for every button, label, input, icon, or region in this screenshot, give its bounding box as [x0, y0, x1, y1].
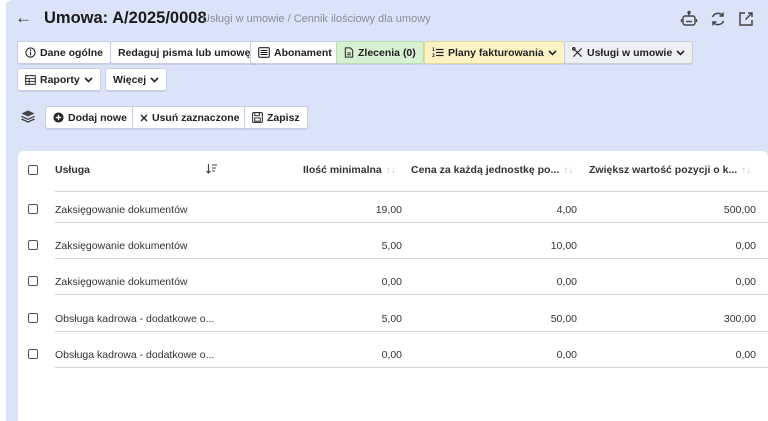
- cell-zwieksz[interactable]: 0,00: [598, 349, 756, 361]
- row-checkbox[interactable]: [28, 349, 38, 359]
- wiecej-label: Więcej: [113, 73, 147, 86]
- usun-zaznaczone-button[interactable]: Usuń zaznaczone: [132, 106, 248, 129]
- redaguj-label: Redaguj pisma lub umowę: [118, 46, 251, 59]
- column-cena-label: Cena za każdą jednostkę po...: [411, 164, 560, 176]
- chevron-down-icon: [548, 49, 557, 56]
- chevron-down-icon: [676, 49, 685, 56]
- document-icon: [344, 47, 354, 58]
- column-usluga-label: Usługa: [55, 164, 91, 176]
- cell-usluga[interactable]: Zaksięgowanie dokumentów: [55, 204, 188, 216]
- row-divider: [55, 258, 768, 259]
- cell-ilosc[interactable]: 5,00: [248, 240, 402, 252]
- sort-descending-icon[interactable]: [206, 163, 218, 177]
- external-link-icon[interactable]: [737, 10, 755, 28]
- dane-ogolne-button[interactable]: Dane ogólne: [17, 41, 112, 64]
- header: ← Umowa: A/2025/0008 Usługi w umowie / C…: [6, 0, 768, 36]
- row-checkbox[interactable]: [28, 313, 38, 323]
- column-header-ilosc[interactable]: Ilość minimalna ↑↓: [303, 164, 396, 176]
- column-header-cena[interactable]: Cena za każdą jednostkę po... ↑↓: [411, 164, 573, 176]
- main-panel: ← Umowa: A/2025/0008 Usługi w umowie / C…: [6, 0, 768, 421]
- cell-zwieksz[interactable]: 0,00: [598, 240, 756, 252]
- cell-usluga[interactable]: Obsługa kadrowa - dodatkowe o...: [55, 349, 214, 361]
- uslugi-w-umowie-label: Usługi w umowie: [587, 46, 673, 59]
- cell-zwieksz[interactable]: 500,00: [598, 204, 756, 216]
- cell-ilosc[interactable]: 19,00: [248, 204, 402, 216]
- abonament-button[interactable]: Abonament: [250, 41, 340, 64]
- row-divider: [55, 294, 768, 295]
- cell-cena[interactable]: 10,00: [418, 240, 577, 252]
- refresh-icon[interactable]: [709, 10, 727, 28]
- cell-cena[interactable]: 4,00: [418, 204, 577, 216]
- dodaj-nowe-label: Dodaj nowe: [68, 111, 127, 124]
- table-icon: [25, 74, 36, 85]
- list-box-icon: [258, 47, 270, 58]
- usun-zaznaczone-label: Usuń zaznaczone: [152, 111, 240, 124]
- dodaj-nowe-button[interactable]: Dodaj nowe: [45, 106, 135, 129]
- wiecej-dropdown[interactable]: Więcej: [105, 68, 168, 91]
- redaguj-button[interactable]: Redaguj pisma lub umowę: [110, 41, 259, 64]
- close-icon: [140, 114, 148, 121]
- cell-cena[interactable]: 0,00: [418, 276, 577, 288]
- plany-fakturowania-dropdown[interactable]: 12 Plany fakturowania: [424, 41, 565, 64]
- cell-ilosc[interactable]: 0,00: [248, 349, 402, 361]
- column-zwieksz-label: Zwiększ wartość pozycji o k...: [589, 164, 738, 176]
- sort-icon: ↑↓: [385, 165, 396, 176]
- column-header-zwieksz[interactable]: Zwiększ wartość pozycji o k... ↑↓: [589, 164, 751, 176]
- zapisz-button[interactable]: Zapisz: [244, 106, 308, 129]
- cell-cena[interactable]: 0,00: [418, 349, 577, 361]
- cell-ilosc[interactable]: 5,00: [248, 313, 402, 325]
- back-arrow-icon[interactable]: ←: [15, 9, 32, 27]
- plany-fakturowania-label: Plany fakturowania: [448, 46, 544, 59]
- page-title: Umowa: A/2025/0008: [44, 9, 207, 27]
- cell-usluga[interactable]: Zaksięgowanie dokumentów: [55, 240, 188, 252]
- services-table: Usługa Ilość minimalna ↑↓ Cena za każdą j…: [18, 151, 768, 421]
- breadcrumb: Usługi w umowie / Cennik ilościowy dla u…: [202, 13, 431, 25]
- chevron-down-icon: [150, 76, 159, 83]
- cell-zwieksz[interactable]: 300,00: [598, 313, 756, 325]
- robot-icon[interactable]: [680, 10, 698, 28]
- sort-icon: ↑↓: [563, 165, 574, 176]
- raporty-dropdown[interactable]: Raporty: [17, 68, 101, 91]
- row-divider: [55, 367, 768, 368]
- info-icon: [25, 47, 36, 58]
- layers-icon: [21, 110, 35, 128]
- cell-usluga[interactable]: Obsługa kadrowa - dodatkowe o...: [55, 313, 214, 325]
- row-divider: [55, 331, 768, 332]
- plus-circle-icon: [53, 112, 64, 123]
- row-checkbox[interactable]: [28, 240, 38, 250]
- dane-ogolne-label: Dane ogólne: [40, 46, 104, 59]
- chevron-down-icon: [84, 76, 93, 83]
- cell-ilosc[interactable]: 0,00: [248, 276, 402, 288]
- select-all-checkbox[interactable]: [28, 165, 38, 175]
- raporty-label: Raporty: [40, 73, 80, 86]
- header-divider: [55, 191, 768, 192]
- abonament-label: Abonament: [274, 46, 332, 59]
- numbered-list-icon: 12: [432, 47, 444, 58]
- uslugi-w-umowie-dropdown[interactable]: Usługi w umowie: [564, 41, 694, 64]
- cell-usluga[interactable]: Zaksięgowanie dokumentów: [55, 276, 188, 288]
- zapisz-label: Zapisz: [267, 111, 300, 124]
- svg-text:1: 1: [432, 47, 435, 52]
- zlecenia-button[interactable]: Zlecenia (0): [336, 41, 424, 64]
- tools-icon: [572, 47, 583, 58]
- row-checkbox[interactable]: [28, 276, 38, 286]
- cell-zwieksz[interactable]: 0,00: [598, 276, 756, 288]
- column-header-usluga[interactable]: Usługa: [55, 164, 90, 176]
- save-icon: [252, 112, 263, 123]
- sort-icon: ↑↓: [741, 165, 752, 176]
- row-divider: [55, 222, 768, 223]
- row-checkbox[interactable]: [28, 204, 38, 214]
- cell-cena[interactable]: 50,00: [418, 313, 577, 325]
- column-ilosc-label: Ilość minimalna: [303, 164, 382, 176]
- svg-text:2: 2: [432, 53, 435, 58]
- zlecenia-label: Zlecenia (0): [358, 46, 416, 59]
